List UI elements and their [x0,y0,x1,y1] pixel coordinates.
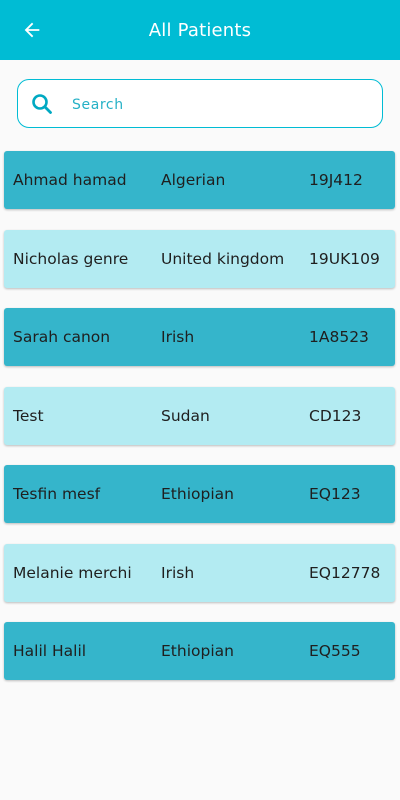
page-title: All Patients [148,19,252,41]
patient-id: EQ123 [309,485,361,503]
patient-row[interactable]: Melanie merchi Irish EQ12778 [4,543,395,602]
patient-id: 19UK109 [309,249,380,268]
patient-row[interactable]: Test Sudan CD123 [4,386,395,445]
patient-name: Nicholas genre [13,249,129,268]
patient-name: Tesfin mesf [13,485,101,503]
patient-id: 1A8523 [309,328,369,346]
patient-nationality: Ethiopian [161,485,234,503]
patient-id: 19J412 [309,171,363,189]
arrow-left-icon [24,22,40,38]
back-button[interactable] [16,14,48,46]
search-icon [32,94,52,114]
patient-nationality: United kingdom [161,249,285,268]
patient-nationality: Irish [161,328,195,346]
patient-row[interactable]: Ahmad hamad Algerian 19J412 [4,151,395,209]
patient-name: Ahmad hamad [13,171,127,189]
patient-nationality: Ethiopian [161,642,234,660]
patient-row[interactable]: Nicholas genre United kingdom 19UK109 [4,229,395,288]
patient-nationality: Sudan [161,406,210,425]
patient-id: EQ555 [309,642,361,660]
search-input[interactable] [70,89,374,121]
app-bar: All Patients [0,0,400,60]
patient-list: Ahmad hamad Algerian 19J412 Nicholas gen… [4,151,396,701]
patient-nationality: Irish [161,563,195,582]
patient-name: Test [13,406,44,425]
patient-nationality: Algerian [161,171,226,189]
patient-id: CD123 [309,406,362,425]
patient-name: Sarah canon [13,328,111,346]
search-box[interactable] [17,79,383,128]
patient-row[interactable]: Tesfin mesf Ethiopian EQ123 [4,465,395,523]
patient-name: Melanie merchi [13,563,132,582]
patient-id: EQ12778 [309,563,381,582]
patient-row[interactable]: Sarah canon Irish 1A8523 [4,308,395,366]
patient-name: Halil Halil [13,642,87,660]
patient-row[interactable]: Halil Halil Ethiopian EQ555 [4,622,395,680]
